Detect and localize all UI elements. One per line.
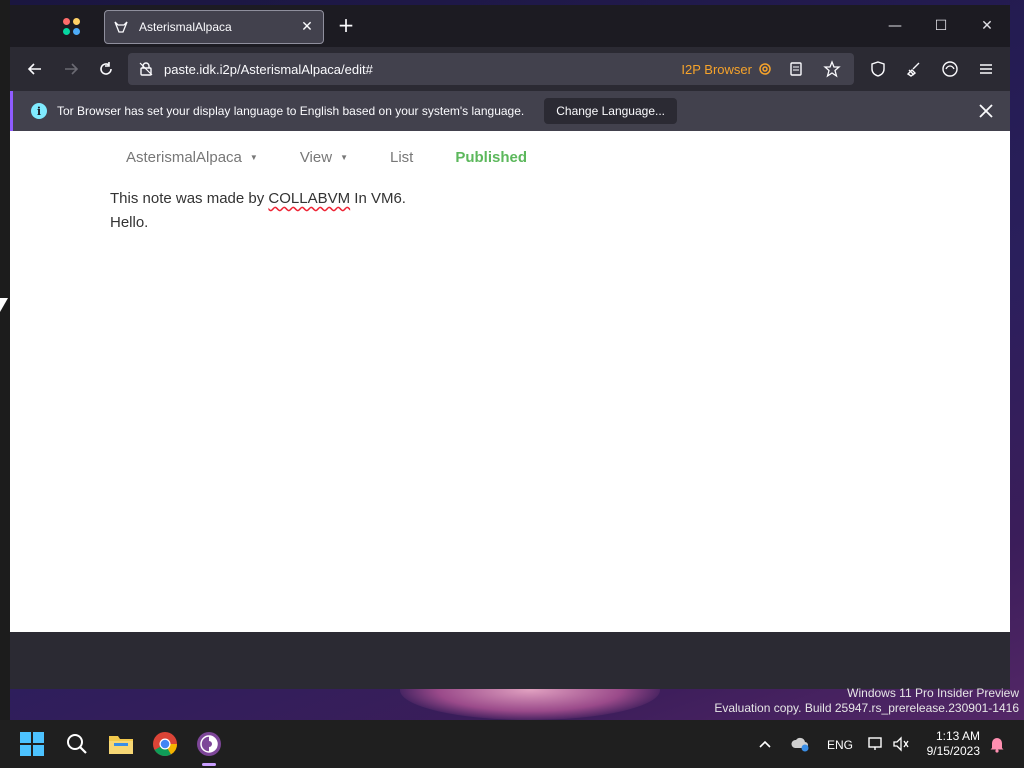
- back-button[interactable]: [22, 56, 48, 82]
- broom-icon: [906, 62, 920, 77]
- change-language-button[interactable]: Change Language...: [544, 98, 677, 124]
- tab-asterismal-alpaca[interactable]: AsterismalAlpaca ✕: [104, 10, 324, 44]
- background-window-edge: [0, 0, 10, 720]
- page-content: AsterismalAlpaca ▼ View ▼ List Published…: [10, 131, 1010, 632]
- language-notification-bar: i Tor Browser has set your display langu…: [10, 91, 1010, 131]
- mouse-cursor: [0, 298, 8, 312]
- note-navbar: AsterismalAlpaca ▼ View ▼ List Published: [126, 149, 527, 166]
- bull-head-icon: [113, 19, 129, 35]
- star-icon: [823, 60, 841, 78]
- published-status: Published: [455, 149, 528, 166]
- network-globe-icon: [942, 61, 958, 77]
- clock-date: 9/15/2023: [926, 744, 980, 758]
- windows-logo-icon: [20, 732, 44, 756]
- forward-button[interactable]: [58, 56, 84, 82]
- tor-onion-icon: [197, 732, 221, 756]
- tab-title: AsterismalAlpaca: [139, 20, 232, 34]
- reader-view-button[interactable]: [784, 57, 808, 81]
- monitor-network-icon: [868, 737, 882, 750]
- note-name-label: AsterismalAlpaca: [126, 149, 242, 166]
- caret-down-icon: ▼: [340, 153, 348, 162]
- chevron-up-icon: [759, 740, 771, 748]
- browser-window: AsterismalAlpaca ✕ + — ☐ ✕ paste.idk.i2p…: [10, 5, 1010, 689]
- list-link[interactable]: List: [390, 149, 413, 166]
- search-icon: [67, 734, 87, 754]
- language-indicator[interactable]: ENG: [827, 738, 853, 752]
- note-body[interactable]: This note was made by COLLABVM In VM6. H…: [110, 187, 406, 235]
- chrome-icon: [153, 732, 177, 757]
- new-tab-button[interactable]: +: [335, 15, 357, 37]
- view-label: View: [299, 149, 333, 166]
- tab-close-icon[interactable]: ✕: [299, 19, 315, 35]
- hamburger-menu-button[interactable]: [973, 56, 999, 82]
- hamburger-icon: [980, 64, 992, 74]
- new-identity-button[interactable]: [901, 56, 927, 82]
- lock-icon[interactable]: [138, 61, 154, 77]
- chrome-button[interactable]: [149, 728, 181, 760]
- minimize-button[interactable]: —: [872, 13, 918, 39]
- colored-dots-icon: [62, 17, 80, 35]
- i2p-fingerprint-icon: [759, 63, 771, 75]
- spellcheck-word: COLLABVM: [268, 190, 351, 207]
- shield-button[interactable]: [865, 56, 891, 82]
- notifications-button[interactable]: [985, 728, 1009, 760]
- cloud-icon: [791, 737, 809, 752]
- show-hidden-icons-button[interactable]: [753, 728, 777, 760]
- app-menu-button[interactable]: [54, 11, 88, 41]
- tor-browser-button[interactable]: [193, 728, 225, 760]
- search-button[interactable]: [61, 728, 93, 760]
- shield-icon: [871, 61, 885, 77]
- url-text[interactable]: paste.idk.i2p/AsterismalAlpaca/edit#: [164, 62, 681, 77]
- arrow-right-icon: [65, 63, 79, 75]
- file-explorer-button[interactable]: [105, 728, 137, 760]
- start-button[interactable]: [16, 728, 48, 760]
- reader-view-icon: [790, 62, 802, 76]
- browser-bottom-area: [10, 632, 1010, 689]
- i2p-browser-badge[interactable]: I2P Browser: [681, 62, 752, 77]
- note-name-dropdown[interactable]: AsterismalAlpaca ▼: [126, 149, 258, 166]
- windows-watermark: Windows 11 Pro Insider Preview Evaluatio…: [714, 686, 1019, 715]
- note-line-2: Hello.: [110, 214, 149, 231]
- onedrive-button[interactable]: [786, 728, 814, 760]
- tab-bar: AsterismalAlpaca ✕ + — ☐ ✕: [10, 5, 1010, 47]
- info-icon: i: [31, 103, 47, 119]
- speaker-muted-icon: [893, 736, 909, 752]
- maximize-button[interactable]: ☐: [918, 13, 964, 39]
- i2p-status-button[interactable]: [937, 56, 963, 82]
- reload-icon: [100, 62, 112, 75]
- bell-icon: [990, 738, 1004, 753]
- navigation-toolbar: paste.idk.i2p/AsterismalAlpaca/edit# I2P…: [10, 47, 1010, 91]
- clock[interactable]: 1:13 AM 9/15/2023: [927, 729, 980, 759]
- address-bar[interactable]: paste.idk.i2p/AsterismalAlpaca/edit# I2P…: [128, 53, 854, 85]
- view-dropdown[interactable]: View ▼: [300, 149, 348, 166]
- notification-text: Tor Browser has set your display languag…: [57, 104, 525, 118]
- active-app-indicator: [202, 763, 216, 766]
- folder-icon: [109, 736, 133, 754]
- volume-button[interactable]: [889, 728, 913, 760]
- clock-time: 1:13 AM: [935, 729, 980, 743]
- close-window-button[interactable]: ✕: [964, 13, 1010, 39]
- close-notification-button[interactable]: [976, 101, 996, 121]
- caret-down-icon: ▼: [249, 153, 258, 162]
- taskbar: ENG 1:13 AM 9/15/2023: [0, 720, 1024, 768]
- network-button[interactable]: [864, 728, 888, 760]
- close-icon: [979, 104, 993, 118]
- arrow-left-icon: [27, 63, 41, 75]
- reload-button[interactable]: [93, 56, 119, 82]
- bookmark-star-button[interactable]: [820, 57, 844, 81]
- note-line-1: This note was made by COLLABVM In VM6.: [110, 190, 406, 207]
